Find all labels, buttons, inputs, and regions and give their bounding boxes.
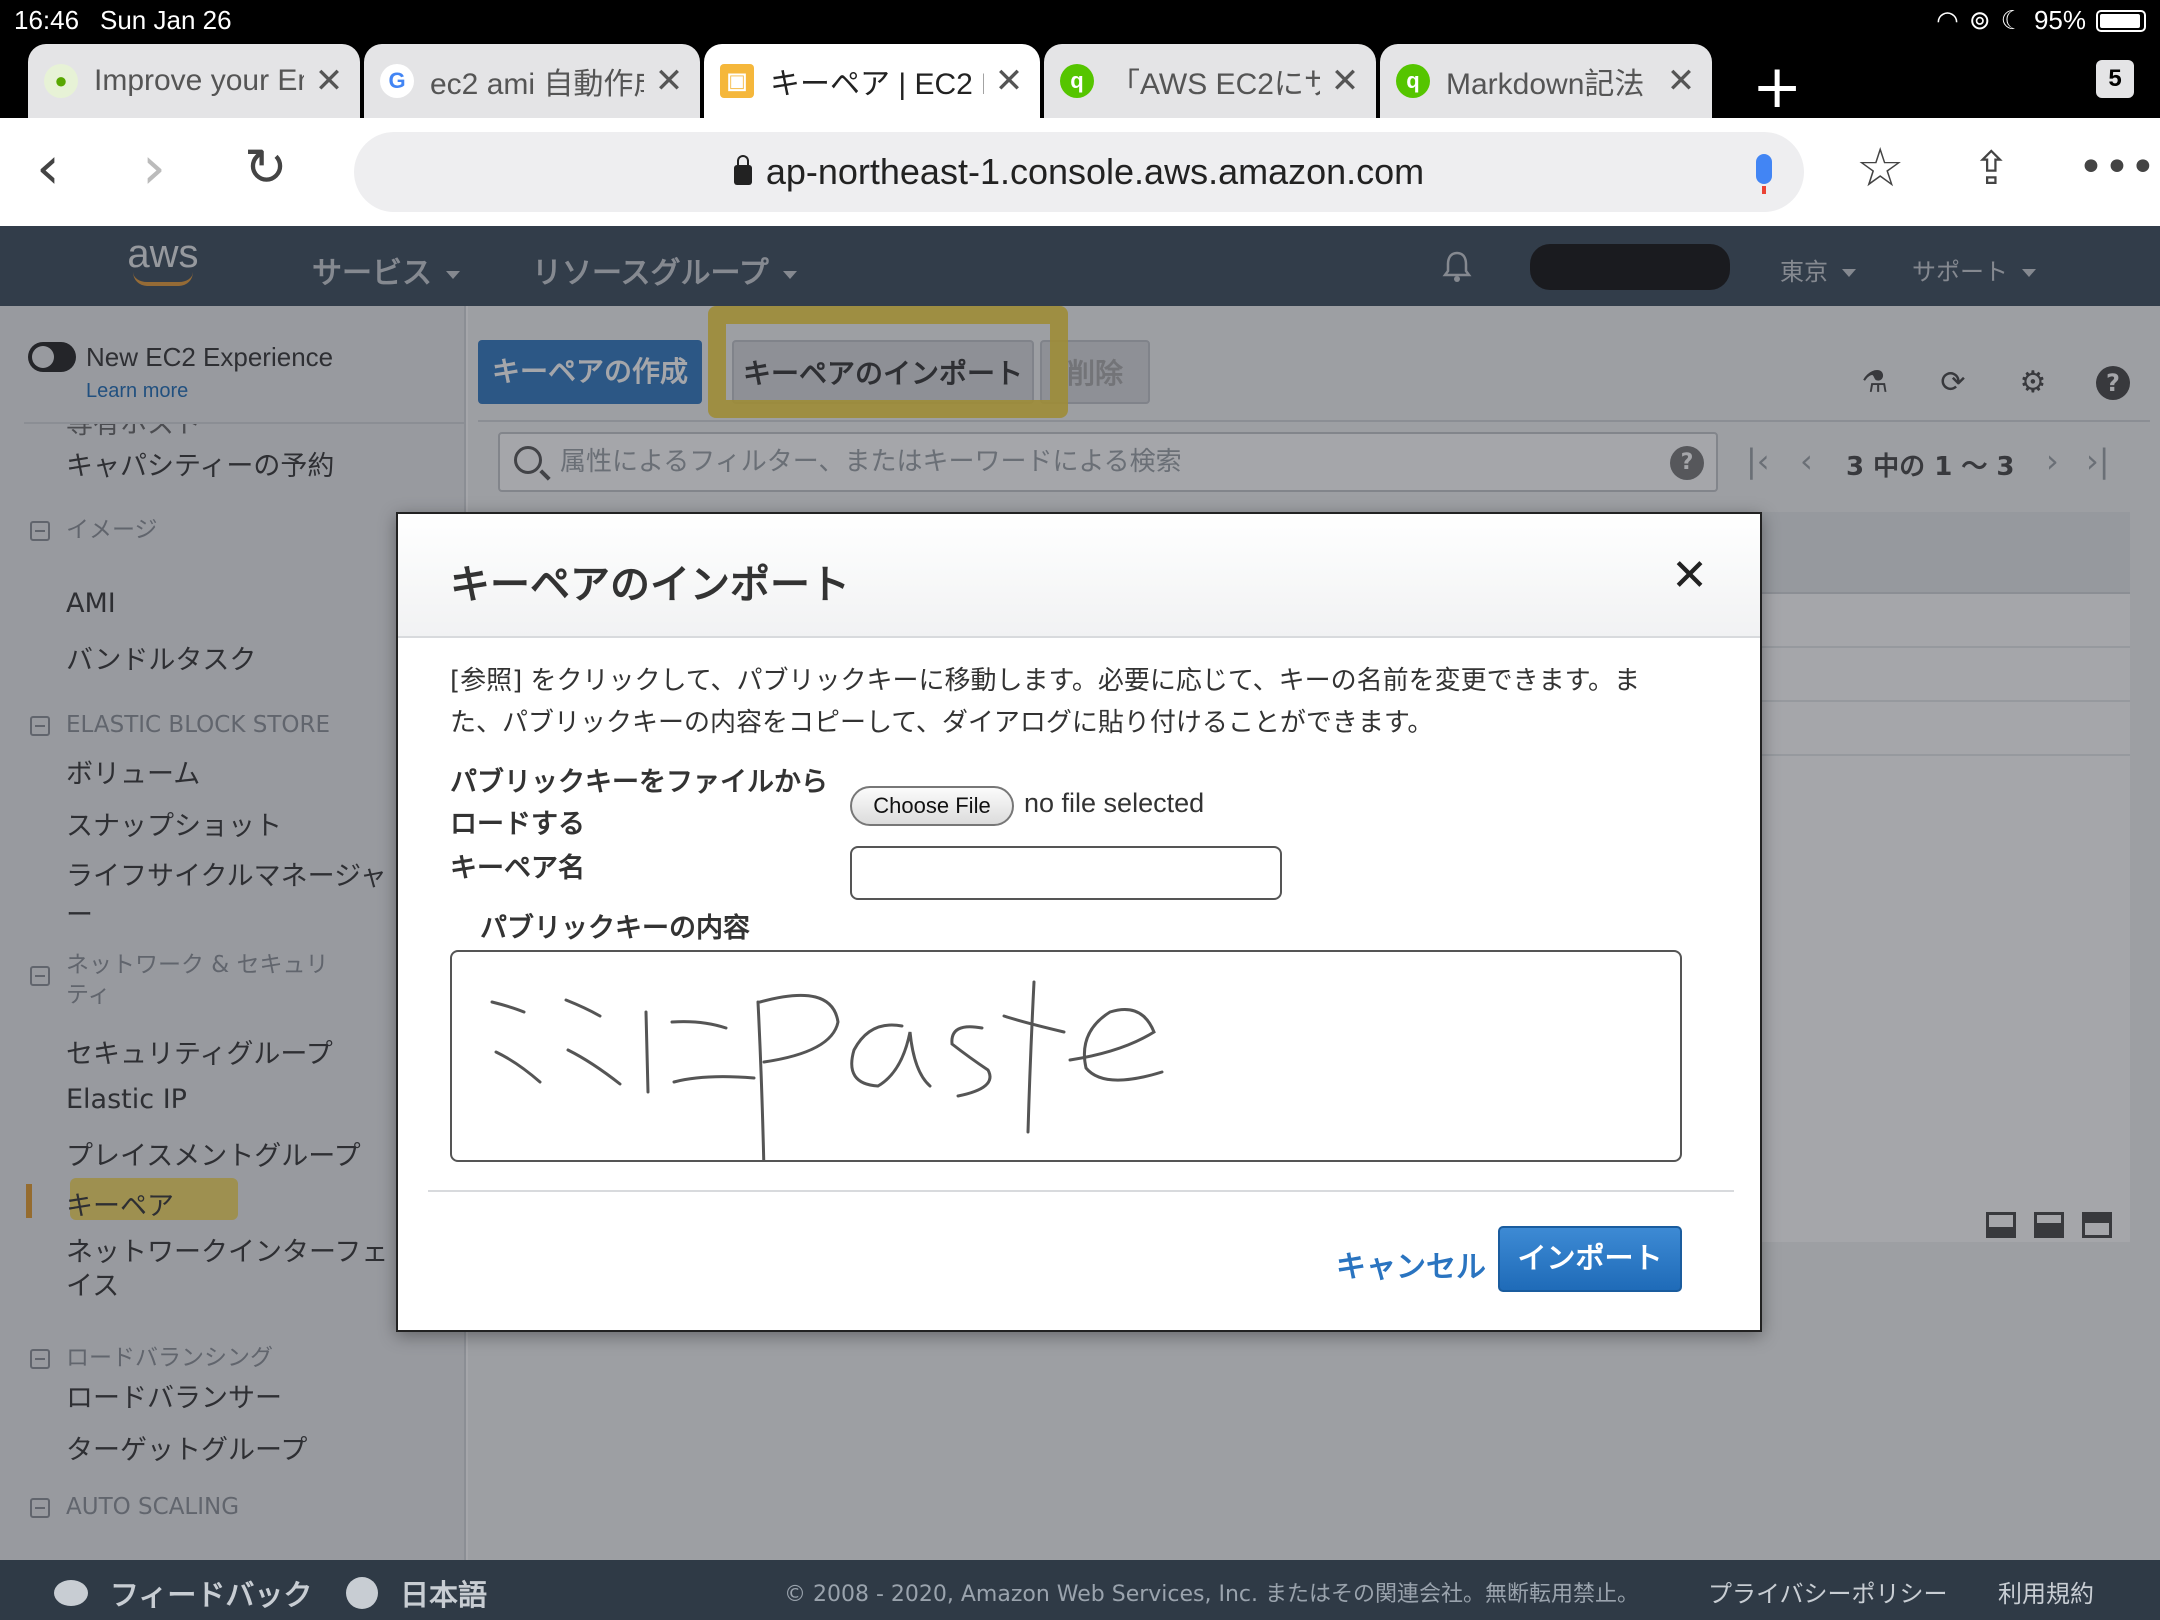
url-text: ap-northeast-1.console.aws.amazon.com <box>765 151 1425 192</box>
new-tab-button[interactable]: + <box>1752 52 1802 122</box>
load-from-file-label: パブリックキーをファイルから ロードする <box>450 762 828 846</box>
microphone-icon[interactable] <box>1756 154 1772 194</box>
battery-percent: 95% <box>2033 5 2086 35</box>
dialog-footer-divider <box>428 1190 1734 1192</box>
browser-toolbar: ‹ › ↻ ap-northeast-1.console.aws.amazon.… <box>0 118 2160 226</box>
close-icon[interactable]: ✕ <box>1671 554 1708 598</box>
close-tab-icon[interactable]: ✕ <box>314 61 344 101</box>
language-selector[interactable]: 日本語 <box>346 1572 487 1614</box>
qiita-icon: q <box>1060 64 1094 98</box>
dialog-description: [参照] をクリックして、パブリックキーに移動します。必要に応じて、キーの名前を… <box>450 666 1640 738</box>
dialog-header: キーペアのインポート ✕ <box>398 514 1760 638</box>
close-tab-icon[interactable]: ✕ <box>1330 61 1360 101</box>
tab-label: キーペア | EC2 M <box>770 68 984 101</box>
qiita-icon: q <box>1396 64 1430 98</box>
tab-label: 「AWS EC2にサ <box>1110 68 1320 101</box>
privacy-policy-link[interactable]: プライバシーポリシー <box>1708 1574 1948 1609</box>
ios-status-bar: 16:46 Sun Jan 26 ◠ ⊚ ☾ 95% <box>0 0 2160 40</box>
import-button[interactable]: インポート <box>1498 1226 1682 1292</box>
browser-tab-3-active[interactable]: ▣ キーペア | EC2 M ✕ <box>704 44 1040 118</box>
aws-box-icon: ▣ <box>720 64 754 98</box>
file-status: no file selected <box>1024 788 1205 818</box>
tab-count-button[interactable]: 5 <box>2096 60 2134 98</box>
public-key-textarea[interactable] <box>450 950 1682 1162</box>
key-pair-name-label: キーペア名 <box>450 853 585 884</box>
status-date: Sun Jan 26 <box>100 5 232 35</box>
close-tab-icon[interactable]: ✕ <box>994 61 1024 101</box>
language-label: 日本語 <box>400 1578 488 1612</box>
browser-tab-2[interactable]: G ec2 ami 自動作成 ✕ <box>364 44 700 118</box>
status-indicators: ◠ ⊚ ☾ 95% <box>1936 5 2146 36</box>
tab-label: Improve your En <box>94 64 304 97</box>
google-icon: G <box>380 64 414 98</box>
browser-tab-4[interactable]: q 「AWS EC2にサ ✕ <box>1044 44 1376 118</box>
close-tab-icon[interactable]: ✕ <box>654 61 684 101</box>
cancel-button[interactable]: キャンセル <box>1336 1242 1486 1286</box>
duolingo-icon: ● <box>44 64 78 98</box>
bookmark-star-icon[interactable]: ☆ <box>1856 138 1904 198</box>
lock-icon <box>733 155 752 185</box>
wifi-icon: ◠ <box>1936 5 1959 35</box>
globe-icon <box>346 1577 378 1609</box>
moon-icon: ☾ <box>2000 5 2024 35</box>
orientation-lock-icon: ⊚ <box>1968 5 1991 35</box>
share-icon[interactable]: ⇪ <box>1972 138 2011 198</box>
url-display: ap-northeast-1.console.aws.amazon.com <box>354 132 1804 212</box>
status-time: 16:46 <box>14 5 80 35</box>
aws-console-footer: フィードバック 日本語 © 2008 - 2020, Amazon Web Se… <box>0 1560 2160 1620</box>
key-pair-name-input[interactable] <box>850 846 1282 900</box>
terms-link[interactable]: 利用規約 <box>1998 1574 2094 1609</box>
back-icon[interactable]: ‹ <box>36 138 60 198</box>
feedback-label: フィードバック <box>110 1578 313 1612</box>
choose-file-button[interactable]: Choose File <box>850 786 1014 826</box>
dialog-title: キーペアのインポート <box>450 562 850 608</box>
tab-label: Markdown記法 <box>1446 68 1645 101</box>
battery-icon <box>2096 9 2146 32</box>
import-key-pair-dialog: キーペアのインポート ✕ [参照] をクリックして、パブリックキーに移動します。… <box>396 512 1762 1332</box>
forward-icon[interactable]: › <box>142 138 166 198</box>
copyright-text: © 2008 - 2020, Amazon Web Services, Inc.… <box>784 1582 1640 1607</box>
more-icon[interactable]: ••• <box>2078 138 2156 198</box>
label-line-1: パブリックキーをファイルから <box>450 767 828 798</box>
url-field[interactable]: ap-northeast-1.console.aws.amazon.com <box>354 132 1804 212</box>
speech-bubble-icon <box>54 1580 88 1606</box>
browser-tab-bar: ● Improve your En ✕ G ec2 ami 自動作成 ✕ ▣ キ… <box>0 40 2160 122</box>
public-key-contents-label: パブリックキーの内容 <box>480 913 750 944</box>
close-tab-icon[interactable]: ✕ <box>1666 61 1696 101</box>
feedback-link[interactable]: フィードバック <box>54 1572 312 1614</box>
handwritten-paste-annotation <box>490 980 1164 1162</box>
label-line-2: ロードする <box>450 809 585 840</box>
tab-label: ec2 ami 自動作成 <box>430 68 644 101</box>
browser-tab-5[interactable]: q Markdown記法 ✕ <box>1380 44 1712 118</box>
browser-tab-1[interactable]: ● Improve your En ✕ <box>28 44 360 118</box>
reload-icon[interactable]: ↻ <box>244 138 288 198</box>
